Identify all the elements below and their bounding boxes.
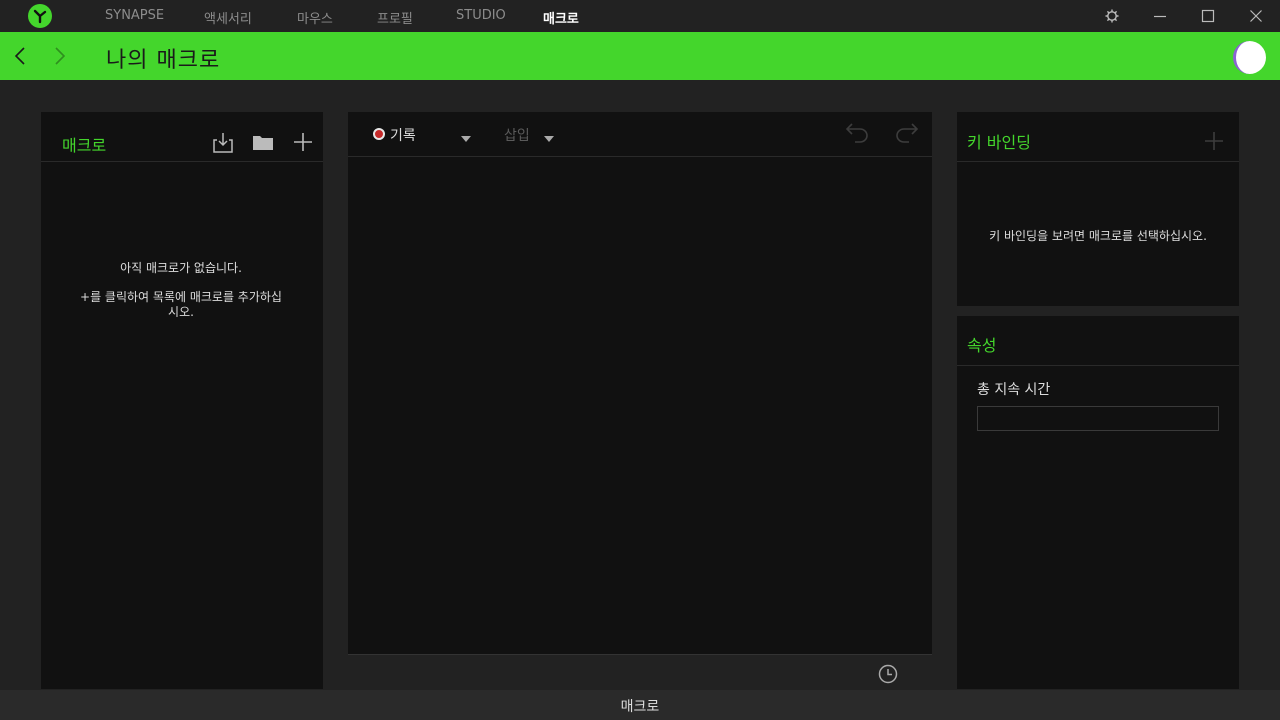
tab-mouse[interactable]: 마우스 xyxy=(297,8,333,27)
title-bar: SYNAPSE 액세서리 마우스 프로필 STUDIO 매크로 xyxy=(0,0,1280,32)
add-macro-plus-icon[interactable] xyxy=(291,130,315,158)
macro-panel-divider xyxy=(41,161,323,162)
tab-macro[interactable]: 매크로 xyxy=(543,8,579,27)
macro-empty-message: 아직 매크로가 없습니다. xyxy=(120,261,242,275)
tab-studio[interactable]: STUDIO xyxy=(456,8,506,23)
editor-divider xyxy=(348,156,932,157)
user-avatar[interactable] xyxy=(1233,41,1266,74)
close-icon[interactable] xyxy=(1244,4,1268,28)
import-icon[interactable] xyxy=(211,130,235,158)
tab-profile[interactable]: 프로필 xyxy=(377,8,413,27)
insert-dropdown-chevron-icon[interactable] xyxy=(542,130,556,149)
tab-synapse[interactable]: SYNAPSE xyxy=(105,8,164,23)
insert-button-label[interactable]: 삽입 xyxy=(504,125,530,145)
total-duration-label: 총 지속 시간 xyxy=(977,382,1051,398)
properties-panel-title: 속성 xyxy=(967,336,997,355)
total-duration-field[interactable] xyxy=(977,406,1219,431)
undo-icon[interactable] xyxy=(844,120,870,150)
macro-panel-title: 매크로 xyxy=(62,136,107,155)
minimize-icon[interactable] xyxy=(1148,4,1172,28)
razer-logo-icon[interactable] xyxy=(28,4,52,28)
macro-editor-panel xyxy=(348,112,932,690)
properties-panel xyxy=(957,316,1239,689)
macro-list-panel xyxy=(41,112,323,689)
keybinding-panel-title: 키 바인딩 xyxy=(967,133,1031,152)
editor-footer xyxy=(348,654,932,690)
redo-icon[interactable] xyxy=(894,120,920,150)
properties-divider xyxy=(957,365,1239,366)
keybinding-empty-message: 키 바인딩을 보려면 매크로를 선택하십시오. xyxy=(989,229,1207,243)
status-bar-text: 매크로 xyxy=(620,699,660,715)
macro-empty-hint: +를 클릭하여 목록에 매크로를 추가하십시오. xyxy=(80,290,282,319)
keybinding-divider xyxy=(957,161,1239,162)
record-button-label[interactable]: 기록 xyxy=(390,125,416,145)
status-bar: 매크로 xyxy=(0,690,1280,720)
maximize-icon[interactable] xyxy=(1196,4,1220,28)
forward-chevron-icon[interactable] xyxy=(47,44,71,68)
page-title: 나의 매크로 xyxy=(106,48,221,73)
page-header: 나의 매크로 xyxy=(0,32,1280,80)
settings-gear-icon[interactable] xyxy=(1100,4,1124,28)
record-dot-icon[interactable] xyxy=(373,128,385,140)
add-keybinding-plus-icon[interactable] xyxy=(1203,130,1225,156)
back-chevron-icon[interactable] xyxy=(9,44,33,68)
tab-accessories[interactable]: 액세서리 xyxy=(204,8,252,27)
folder-icon[interactable] xyxy=(251,130,275,158)
clock-icon[interactable] xyxy=(877,663,899,689)
record-dropdown-chevron-icon[interactable] xyxy=(459,130,473,149)
